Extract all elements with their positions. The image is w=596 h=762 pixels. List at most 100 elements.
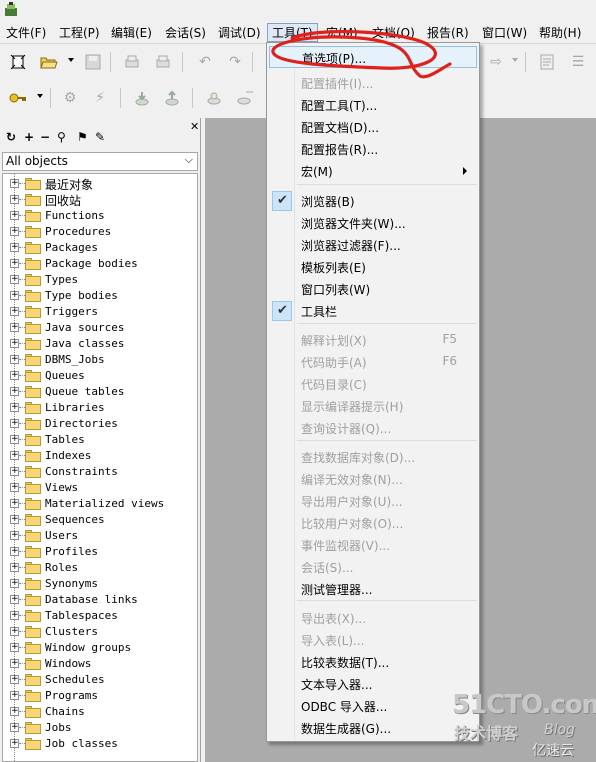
expand-icon[interactable]: + (10, 691, 19, 700)
menu-item[interactable]: 配置文档(D)... (269, 116, 477, 138)
expand-icon[interactable]: + (10, 483, 19, 492)
remove-icon[interactable]: − (40, 130, 50, 144)
expand-icon[interactable]: + (10, 355, 19, 364)
menu-item[interactable]: 代码目录(C) (269, 373, 477, 395)
menu-session[interactable]: 会话(S) (161, 24, 210, 43)
tool-dropdown-icon[interactable] (512, 58, 518, 62)
close-icon[interactable]: ✕ (190, 120, 199, 133)
filter-icon[interactable]: ⚑ (77, 130, 88, 144)
expand-icon[interactable]: + (10, 611, 19, 620)
expand-icon[interactable]: + (10, 643, 19, 652)
undo-icon[interactable]: ↶ (195, 52, 215, 72)
tree-item[interactable]: + Queues (3, 368, 197, 384)
expand-icon[interactable]: + (10, 547, 19, 556)
tree-item[interactable]: + Sequences (3, 512, 197, 528)
logon-dropdown-icon[interactable] (37, 94, 43, 98)
tree-item[interactable]: + Constraints (3, 464, 197, 480)
expand-icon[interactable]: + (10, 371, 19, 380)
menu-debug[interactable]: 调试(D) (214, 24, 265, 43)
expand-icon[interactable]: + (10, 259, 19, 268)
tree-item[interactable]: + Directories (3, 416, 197, 432)
filter-edit-icon[interactable]: ✎ (95, 130, 105, 144)
gear-icon[interactable]: ⚙ (60, 88, 80, 108)
tree-item[interactable]: + Tablespaces (3, 608, 197, 624)
tree-item[interactable]: + Packages (3, 240, 197, 256)
menu-tools[interactable]: 工具(T) (267, 23, 318, 42)
tree-item[interactable]: + Package bodies (3, 256, 197, 272)
expand-icon[interactable]: + (10, 467, 19, 476)
expand-icon[interactable]: + (10, 627, 19, 636)
expand-icon[interactable]: + (10, 579, 19, 588)
open-dropdown-icon[interactable] (68, 58, 74, 62)
expand-icon[interactable]: + (10, 451, 19, 460)
menu-item[interactable]: 配置工具(T)... (269, 94, 477, 116)
menu-item[interactable]: 导出用户对象(U)... (269, 490, 477, 512)
expand-icon[interactable]: + (10, 435, 19, 444)
menu-file[interactable]: 文件(F) (2, 24, 50, 43)
expand-icon[interactable]: + (10, 195, 19, 204)
menu-item[interactable]: 编译无效对象(N)... (269, 468, 477, 490)
key-icon[interactable] (8, 88, 28, 108)
add-icon[interactable]: + (24, 130, 34, 144)
menu-item[interactable]: 模板列表(E) (269, 256, 477, 278)
menu-item[interactable]: 浏览器文件夹(W)... (269, 212, 477, 234)
save-icon[interactable] (83, 52, 103, 72)
tree-item[interactable]: + Job classes (3, 736, 197, 752)
tree-item[interactable]: + Users (3, 528, 197, 544)
tree-item[interactable]: + Libraries (3, 400, 197, 416)
tree-item[interactable]: + DBMS_Jobs (3, 352, 197, 368)
tree-item[interactable]: + Types (3, 272, 197, 288)
expand-icon[interactable]: + (10, 339, 19, 348)
expand-icon[interactable]: + (10, 307, 19, 316)
break-icon[interactable]: ⚡ (90, 88, 110, 108)
menu-item[interactable]: 事件监视器(V)... (269, 534, 477, 556)
expand-icon[interactable]: + (10, 531, 19, 540)
menu-item[interactable]: 浏览器过滤器(F)... (269, 234, 477, 256)
expand-icon[interactable]: + (10, 659, 19, 668)
tree-item[interactable]: + Views (3, 480, 197, 496)
menu-item[interactable]: 显示编译器提示(H) (269, 395, 477, 417)
tree-item[interactable]: + 回收站 (3, 192, 197, 208)
menu-item[interactable]: 配置报告(R)... (269, 138, 477, 160)
tree-item[interactable]: + 最近对象 (3, 176, 197, 192)
tree-item[interactable]: + Profiles (3, 544, 197, 560)
menu-item[interactable]: 窗口列表(W) (269, 278, 477, 300)
menu-macro[interactable]: 宏(M) (322, 24, 362, 43)
tree-item[interactable]: + Functions (3, 208, 197, 224)
expand-icon[interactable]: + (10, 179, 19, 188)
database-icon[interactable] (204, 88, 224, 108)
tree-item[interactable]: + Windows (3, 656, 197, 672)
open-folder-icon[interactable] (39, 52, 59, 72)
expand-icon[interactable]: + (10, 419, 19, 428)
menu-report[interactable]: 报告(R) (423, 24, 473, 43)
expand-icon[interactable]: + (10, 387, 19, 396)
print-preview-icon[interactable] (153, 52, 173, 72)
menu-item[interactable]: 首选项(P)... (269, 46, 477, 68)
expand-icon[interactable]: + (10, 275, 19, 284)
new-icon[interactable] (8, 52, 28, 72)
expand-icon[interactable]: + (10, 211, 19, 220)
indent-icon[interactable]: ☰ (568, 52, 588, 72)
tree-item[interactable]: + Queue tables (3, 384, 197, 400)
menu-window[interactable]: 窗口(W) (478, 24, 531, 43)
expand-icon[interactable]: + (10, 675, 19, 684)
tree-item[interactable]: + Clusters (3, 624, 197, 640)
tree-item[interactable]: + Procedures (3, 224, 197, 240)
tree-item[interactable]: + Window groups (3, 640, 197, 656)
tree-item[interactable]: + Java sources (3, 320, 197, 336)
menu-item[interactable]: 解释计划(X) F5 (269, 329, 477, 351)
menu-item[interactable]: 会话(S)... (269, 556, 477, 578)
tree-item[interactable]: + Schedules (3, 672, 197, 688)
expand-icon[interactable]: + (10, 323, 19, 332)
tree-item[interactable]: + Triggers (3, 304, 197, 320)
redo-icon[interactable]: ↷ (225, 52, 245, 72)
tree-item[interactable]: + Chains (3, 704, 197, 720)
menu-item[interactable]: 比较用户对象(O)... (269, 512, 477, 534)
menu-item[interactable]: 配置插件(I)... (269, 72, 477, 94)
object-filter-select[interactable]: All objects ⌵ (2, 152, 198, 171)
expand-icon[interactable]: + (10, 515, 19, 524)
refresh-icon[interactable]: ↻ (6, 130, 16, 144)
expand-icon[interactable]: + (10, 227, 19, 236)
tree-item[interactable]: + Materialized views (3, 496, 197, 512)
menu-item[interactable]: 比较表数据(T)... (269, 651, 477, 673)
